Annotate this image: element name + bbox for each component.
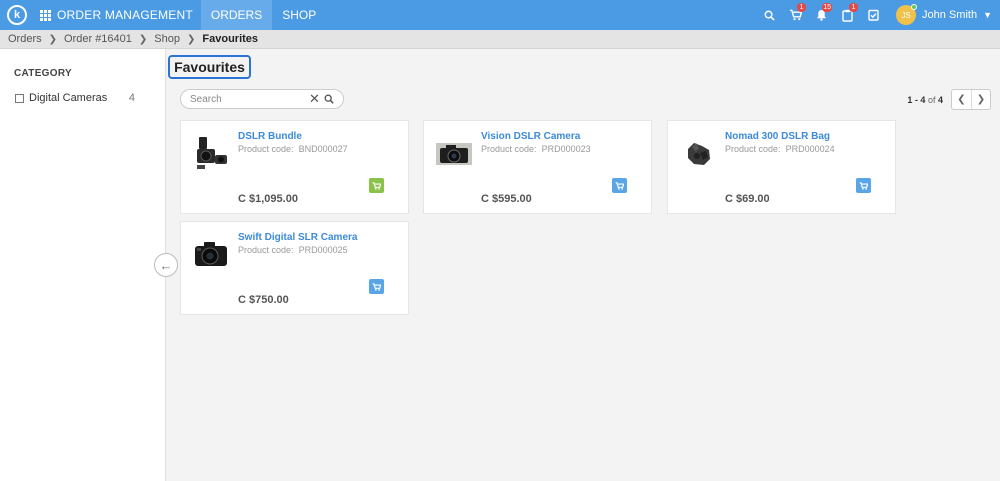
product-code: Product code: PRD000024: [725, 144, 835, 154]
cart-icon: [859, 181, 868, 190]
avatar-initials: JS: [901, 10, 911, 20]
product-name[interactable]: Vision DSLR Camera: [481, 131, 580, 142]
product-name[interactable]: DSLR Bundle: [238, 131, 302, 142]
search-box: ✕: [180, 89, 344, 109]
clear-icon[interactable]: ✕: [309, 91, 320, 107]
clipboard-badge: 1: [849, 3, 859, 12]
search-button[interactable]: [756, 0, 782, 30]
chevron-right-icon: ❯: [48, 33, 58, 45]
notifications-button[interactable]: 15: [808, 0, 834, 30]
category-item-digital-cameras[interactable]: Digital Cameras 4: [15, 92, 135, 104]
app-title: ORDER MANAGEMENT: [57, 8, 193, 22]
pager-range: 1 - 4 of 4: [907, 94, 943, 105]
add-to-cart-button[interactable]: [369, 279, 384, 294]
tab-orders[interactable]: ORDERS: [200, 0, 273, 30]
product-code: Product code: BND000027: [238, 144, 348, 154]
product-card[interactable]: DSLR Bundle Product code: BND000027 C $1…: [180, 120, 409, 214]
product-price: C $69.00: [725, 193, 770, 205]
clipboard-button[interactable]: 1: [834, 0, 860, 30]
chevron-down-icon[interactable]: ▼: [983, 10, 992, 20]
cart-badge: 1: [797, 3, 807, 12]
product-card[interactable]: Swift Digital SLR Camera Product code: P…: [180, 221, 409, 315]
cart-button[interactable]: 1: [782, 0, 808, 30]
online-status-dot: [911, 4, 918, 10]
product-code: Product code: PRD000025: [238, 245, 348, 255]
arrow-left-icon: ←: [159, 257, 173, 273]
search-input[interactable]: [190, 93, 308, 105]
camera-image: [436, 143, 472, 165]
app-logo[interactable]: k: [7, 5, 27, 25]
breadcrumb-current: Favourites: [202, 33, 259, 45]
category-count: 4: [128, 92, 135, 104]
avatar[interactable]: JS: [896, 4, 918, 25]
category-sidebar: CATEGORY Digital Cameras 4: [0, 49, 166, 481]
camera-image: [195, 242, 227, 266]
cart-icon: [615, 181, 624, 190]
category-label: Digital Cameras: [29, 92, 108, 104]
product-price: C $750.00: [238, 294, 289, 306]
breadcrumb: Orders ❯ Order #16401 ❯ Shop ❯ Favourite…: [0, 30, 1000, 49]
next-page-button[interactable]: ❯: [971, 90, 990, 109]
back-button[interactable]: ←: [154, 253, 178, 277]
search-icon[interactable]: [324, 94, 334, 104]
top-bar: k ORDER MANAGEMENT ORDERS SHOP 1 15 1 JS…: [0, 0, 1000, 30]
category-checkbox[interactable]: [15, 93, 24, 103]
notifications-badge: 15: [822, 3, 833, 12]
chevron-right-icon: ❯: [138, 33, 148, 45]
add-to-cart-button[interactable]: [856, 178, 871, 193]
breadcrumb-order[interactable]: Order #16401: [64, 33, 132, 45]
user-name[interactable]: John Smith: [922, 9, 977, 21]
tab-shop[interactable]: SHOP: [272, 0, 326, 30]
cart-icon: [372, 282, 381, 291]
tasks-button[interactable]: [860, 0, 886, 30]
camera-bundle-image: [197, 137, 227, 169]
add-to-cart-button[interactable]: [369, 178, 384, 193]
category-title: CATEGORY: [14, 68, 72, 79]
cart-icon: [372, 181, 381, 190]
app-menu[interactable]: ORDER MANAGEMENT: [40, 8, 193, 22]
apps-grid-icon: [40, 9, 51, 21]
product-price: C $1,095.00: [238, 193, 298, 205]
product-card[interactable]: Vision DSLR Camera Product code: PRD0000…: [423, 120, 652, 214]
camera-bag-image: [688, 143, 710, 165]
product-code: Product code: PRD000023: [481, 144, 591, 154]
search-icon: [764, 10, 775, 21]
prev-page-button[interactable]: ❮: [952, 90, 971, 109]
pagination: 1 - 4 of 4 ❮ ❯: [907, 89, 991, 110]
app-logo-letter: k: [13, 9, 21, 21]
breadcrumb-orders[interactable]: Orders: [8, 33, 42, 45]
page-title: Favourites: [168, 55, 251, 79]
breadcrumb-shop[interactable]: Shop: [154, 33, 180, 45]
product-card[interactable]: Nomad 300 DSLR Bag Product code: PRD0000…: [667, 120, 896, 214]
tasks-icon: [867, 9, 879, 21]
product-name[interactable]: Nomad 300 DSLR Bag: [725, 131, 830, 142]
add-to-cart-button[interactable]: [612, 178, 627, 193]
chevron-right-icon: ❯: [187, 33, 196, 45]
product-name[interactable]: Swift Digital SLR Camera: [238, 232, 357, 243]
product-price: C $595.00: [481, 193, 532, 205]
